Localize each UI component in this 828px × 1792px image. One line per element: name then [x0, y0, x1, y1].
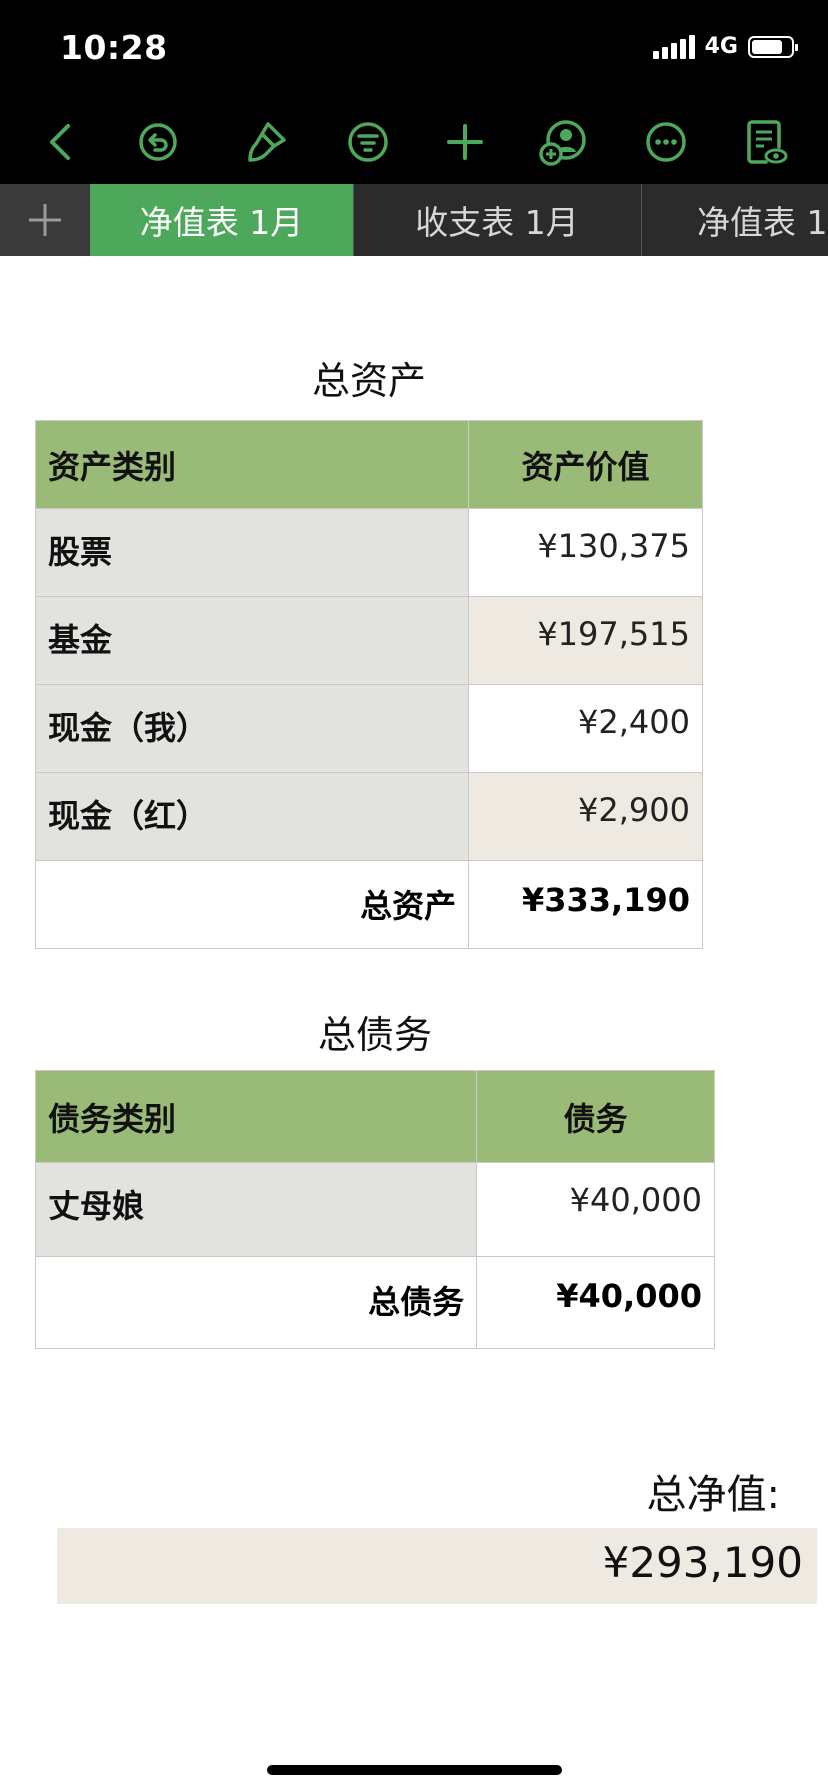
table-row: 丈母娘 ¥40,000 — [34, 1162, 715, 1257]
add-icon[interactable] — [437, 114, 493, 170]
tab-net-worth-jan[interactable]: 净值表 1月 — [90, 184, 354, 256]
reading-view-icon[interactable] — [738, 114, 794, 170]
assets-total-row: 总资产 ¥333,190 — [34, 860, 703, 949]
debts-table: 债务类别 债务 丈母娘 ¥40,000 总债务 ¥40,000 — [34, 1070, 715, 1349]
assets-value-header[interactable]: 资产价值 — [468, 420, 703, 509]
status-indicators: 4G — [652, 34, 798, 59]
net-worth-cell[interactable]: ¥293,190 — [57, 1528, 817, 1604]
debts-total-row: 总债务 ¥40,000 — [34, 1256, 715, 1349]
assets-total-value[interactable]: ¥333,190 — [468, 860, 703, 949]
net-worth-value: ¥293,190 — [602, 1538, 803, 1587]
sheet-tab-bar: 净值表 1月 收支表 1月 净值表 12 — [0, 184, 828, 256]
asset-value-cell[interactable]: ¥2,900 — [468, 772, 703, 861]
debts-value-header[interactable]: 债务 — [476, 1070, 715, 1163]
debts-total-label[interactable]: 总债务 — [34, 1256, 478, 1349]
collaborate-icon[interactable] — [535, 114, 591, 170]
status-time: 10:28 — [60, 28, 168, 67]
asset-category-cell[interactable]: 股票 — [34, 508, 470, 597]
undo-icon[interactable] — [130, 114, 186, 170]
battery-icon — [748, 35, 798, 58]
debts-category-header[interactable]: 债务类别 — [34, 1070, 478, 1163]
table-row: 现金（红） ¥2,900 — [34, 772, 703, 861]
asset-value-cell[interactable]: ¥130,375 — [468, 508, 703, 597]
debt-category-cell[interactable]: 丈母娘 — [34, 1162, 478, 1257]
format-brush-icon[interactable] — [238, 114, 294, 170]
plus-icon — [29, 204, 61, 236]
assets-header-row: 资产类别 资产价值 — [34, 420, 703, 509]
asset-category-cell[interactable]: 基金 — [34, 596, 470, 685]
add-sheet-button[interactable] — [0, 184, 91, 256]
assets-total-label[interactable]: 总资产 — [34, 860, 470, 949]
assets-category-header[interactable]: 资产类别 — [34, 420, 470, 509]
asset-category-cell[interactable]: 现金（红） — [34, 772, 470, 861]
network-type: 4G — [704, 34, 738, 59]
toolbar — [0, 100, 828, 184]
debts-header-row: 债务类别 债务 — [34, 1070, 715, 1163]
filter-icon[interactable] — [340, 114, 396, 170]
debt-value-cell[interactable]: ¥40,000 — [476, 1162, 715, 1257]
asset-value-cell[interactable]: ¥2,400 — [468, 684, 703, 773]
asset-category-cell[interactable]: 现金（我） — [34, 684, 470, 773]
tab-income-expense-jan[interactable]: 收支表 1月 — [353, 184, 642, 256]
more-icon[interactable] — [638, 114, 694, 170]
table-row: 股票 ¥130,375 — [34, 508, 703, 597]
tab-net-worth-dec[interactable]: 净值表 12 — [641, 184, 828, 256]
assets-title: 总资产 — [311, 359, 426, 403]
back-icon[interactable] — [34, 114, 90, 170]
debts-title: 总债务 — [317, 1013, 432, 1057]
debts-total-value[interactable]: ¥40,000 — [476, 1256, 715, 1349]
status-bar: 10:28 4G — [0, 0, 828, 100]
net-worth-label: 总净值: — [646, 1472, 780, 1518]
home-indicator[interactable] — [267, 1765, 562, 1775]
table-row: 基金 ¥197,515 — [34, 596, 703, 685]
table-row: 现金（我） ¥2,400 — [34, 684, 703, 773]
assets-table: 资产类别 资产价值 股票 ¥130,375 基金 ¥197,515 现金（我） … — [34, 420, 703, 949]
cellular-signal-icon — [652, 34, 695, 59]
asset-value-cell[interactable]: ¥197,515 — [468, 596, 703, 685]
